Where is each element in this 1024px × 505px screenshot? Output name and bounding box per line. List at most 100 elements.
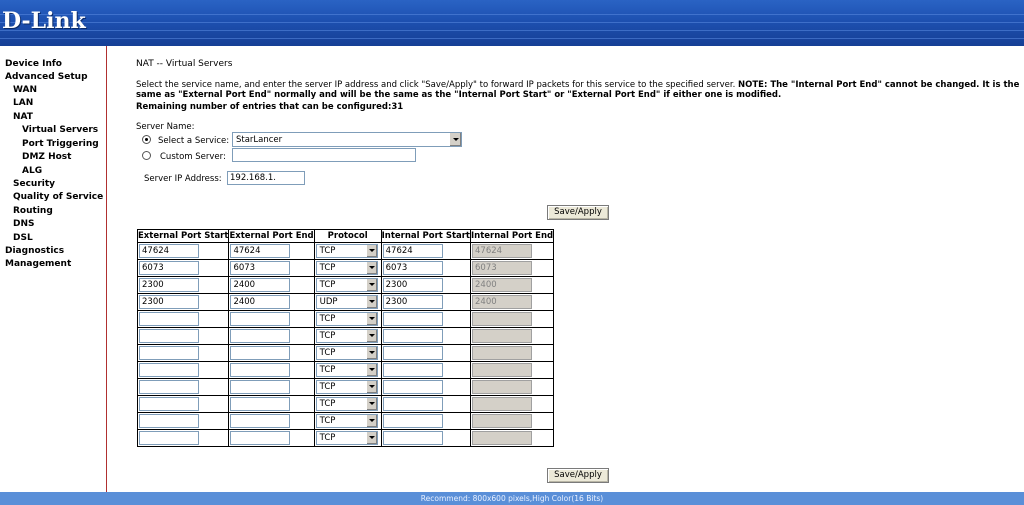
- external-port-start-input[interactable]: [139, 397, 199, 411]
- sidebar-item-quality-of-service[interactable]: Quality of Service: [13, 192, 103, 202]
- sidebar-item-dsl[interactable]: DSL: [13, 233, 33, 243]
- protocol-select[interactable]: TCP: [315, 380, 378, 394]
- protocol-select[interactable]: TCP: [315, 329, 378, 343]
- table-cell-internal-port-end: 47624: [469, 242, 555, 260]
- sidebar-item-management[interactable]: Management: [5, 259, 71, 269]
- internal-port-start-input[interactable]: 2300: [382, 295, 443, 309]
- external-port-end-input[interactable]: 2400: [230, 278, 291, 292]
- table-row: 47624 47624 TCP 47624 47624: [136, 242, 555, 260]
- internal-port-start-input[interactable]: [382, 380, 443, 394]
- sidebar-item-wan[interactable]: WAN: [13, 85, 37, 95]
- external-port-start-input[interactable]: [139, 346, 199, 360]
- protocol-select-value: TCP: [319, 348, 336, 358]
- protocol-select[interactable]: TCP: [315, 414, 378, 428]
- sidebar-item-alg[interactable]: ALG: [22, 166, 42, 176]
- external-port-end-input[interactable]: 6073: [230, 261, 291, 275]
- protocol-select-value: TCP: [319, 382, 336, 392]
- table-cell-external-port-end: [228, 344, 315, 362]
- protocol-select[interactable]: TCP: [315, 312, 378, 326]
- table-cell-external-port-end: 6073: [228, 259, 315, 277]
- external-port-start-input[interactable]: 47624: [139, 244, 199, 258]
- protocol-select[interactable]: TCP: [315, 363, 378, 377]
- internal-port-start-input[interactable]: [382, 414, 443, 428]
- external-port-end-input[interactable]: [230, 329, 291, 343]
- table-cell-external-port-start: 47624: [136, 242, 230, 260]
- table-cell-protocol: UDP: [313, 293, 382, 311]
- sidebar-item-diagnostics[interactable]: Diagnostics: [5, 246, 64, 256]
- external-port-end-input[interactable]: [230, 397, 291, 411]
- table-cell-external-port-start: 2300: [136, 293, 230, 311]
- table-cell-internal-port-start: [380, 327, 472, 345]
- external-port-end-input[interactable]: [230, 380, 291, 394]
- save-apply-button-bottom[interactable]: Save/Apply: [547, 468, 609, 483]
- internal-port-start-input[interactable]: [382, 312, 443, 326]
- sidebar-item-device-info[interactable]: Device Info: [5, 59, 62, 69]
- chevron-down-icon: [366, 432, 377, 444]
- protocol-select[interactable]: TCP: [315, 261, 378, 275]
- table-cell-external-port-end: [228, 327, 315, 345]
- custom-server-radio[interactable]: [142, 151, 151, 160]
- select-service-radio[interactable]: [142, 135, 151, 144]
- table-cell-protocol: TCP: [313, 395, 382, 413]
- sidebar-item-virtual-servers[interactable]: Virtual Servers: [22, 125, 98, 135]
- protocol-select[interactable]: TCP: [315, 346, 378, 360]
- external-port-start-input[interactable]: 2300: [139, 295, 199, 309]
- internal-port-end-input: [472, 431, 532, 445]
- internal-port-start-input[interactable]: 47624: [382, 244, 443, 258]
- table-row: 2300 2400 TCP 2300 2400: [136, 276, 555, 294]
- protocol-select-value: UDP: [319, 297, 338, 307]
- table-row: TCP: [136, 361, 555, 379]
- sidebar-item-port-triggering[interactable]: Port Triggering: [22, 139, 99, 149]
- sidebar-item-advanced-setup[interactable]: Advanced Setup: [5, 72, 88, 82]
- external-port-start-input[interactable]: 6073: [139, 261, 199, 275]
- sidebar-item-routing[interactable]: Routing: [13, 206, 53, 216]
- external-port-end-input[interactable]: 47624: [230, 244, 291, 258]
- main-content: NAT -- Virtual Servers Select the servic…: [136, 46, 1024, 492]
- table-cell-protocol: TCP: [313, 310, 382, 328]
- external-port-end-input[interactable]: 2400: [230, 295, 291, 309]
- table-row: TCP: [136, 378, 555, 396]
- protocol-select[interactable]: TCP: [315, 431, 378, 445]
- external-port-start-input[interactable]: [139, 414, 199, 428]
- page-description: Select the service name, and enter the s…: [136, 80, 1020, 100]
- external-port-end-input[interactable]: [230, 363, 291, 377]
- protocol-select[interactable]: TCP: [315, 278, 378, 292]
- internal-port-start-input[interactable]: [382, 346, 443, 360]
- custom-server-input[interactable]: [232, 148, 416, 162]
- external-port-start-input[interactable]: [139, 363, 199, 377]
- protocol-select[interactable]: UDP: [315, 295, 378, 309]
- internal-port-start-input[interactable]: 2300: [382, 278, 443, 292]
- external-port-start-input[interactable]: 2300: [139, 278, 199, 292]
- remaining-entries: Remaining number of entries that can be …: [136, 102, 404, 112]
- server-ip-input[interactable]: 192.168.1.: [227, 171, 305, 185]
- sidebar-item-security[interactable]: Security: [13, 179, 55, 189]
- protocol-select-value: TCP: [319, 399, 336, 409]
- protocol-select[interactable]: TCP: [315, 397, 378, 411]
- internal-port-start-input[interactable]: 6073: [382, 261, 443, 275]
- internal-port-end-input: 47624: [472, 244, 532, 258]
- external-port-end-input[interactable]: [230, 346, 291, 360]
- col-protocol: Protocol: [313, 229, 382, 243]
- internal-port-start-input[interactable]: [382, 363, 443, 377]
- protocol-select[interactable]: TCP: [315, 244, 378, 258]
- external-port-end-input[interactable]: [230, 312, 291, 326]
- table-cell-protocol: TCP: [313, 344, 382, 362]
- sidebar-item-lan[interactable]: LAN: [13, 98, 33, 108]
- external-port-start-input[interactable]: [139, 312, 199, 326]
- save-apply-button-top[interactable]: Save/Apply: [547, 205, 609, 220]
- external-port-end-input[interactable]: [230, 414, 291, 428]
- external-port-start-input[interactable]: [139, 329, 199, 343]
- external-port-start-input[interactable]: [139, 431, 199, 445]
- internal-port-start-input[interactable]: [382, 397, 443, 411]
- internal-port-start-input[interactable]: [382, 329, 443, 343]
- table-cell-protocol: TCP: [313, 259, 382, 277]
- internal-port-end-input: 2400: [472, 278, 532, 292]
- external-port-end-input[interactable]: [230, 431, 291, 445]
- internal-port-start-input[interactable]: [382, 431, 443, 445]
- external-port-start-input[interactable]: [139, 380, 199, 394]
- sidebar-item-dmz-host[interactable]: DMZ Host: [22, 152, 71, 162]
- sidebar-item-nat[interactable]: NAT: [13, 112, 33, 122]
- internal-port-end-input: [472, 346, 532, 360]
- service-select[interactable]: StarLancer: [232, 132, 462, 147]
- sidebar-item-dns[interactable]: DNS: [13, 219, 35, 229]
